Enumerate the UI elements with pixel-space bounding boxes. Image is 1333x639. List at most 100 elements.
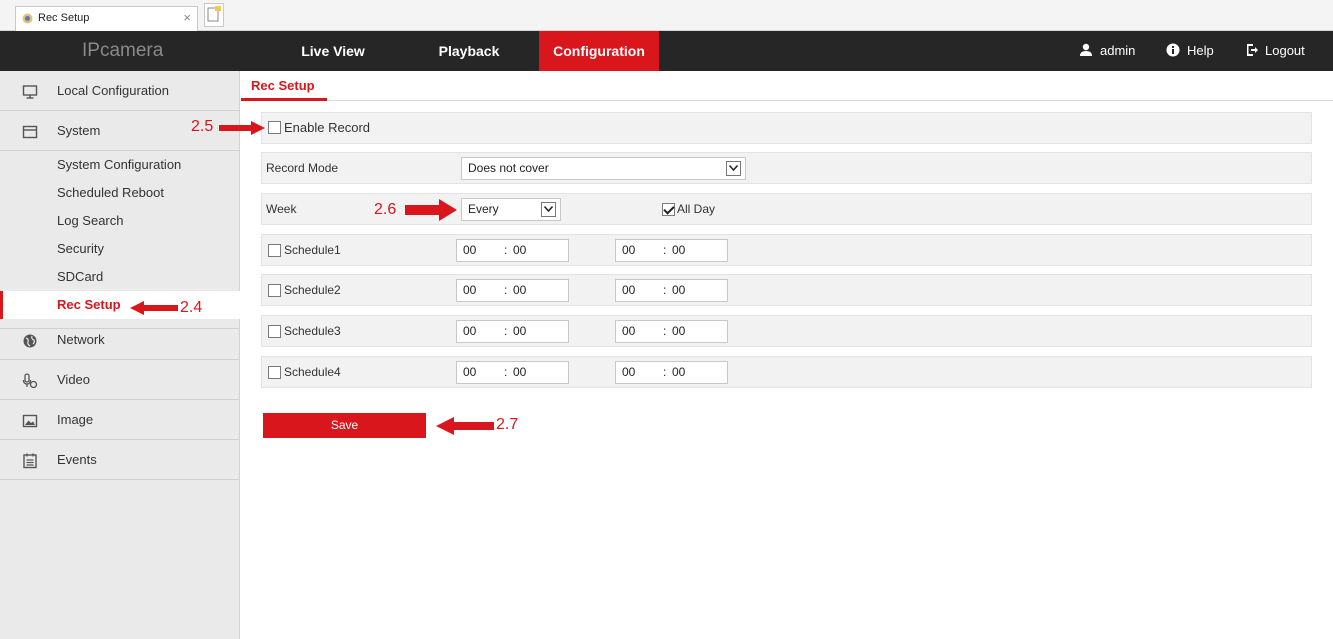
- save-button[interactable]: Save: [263, 413, 426, 438]
- time-colon: :: [663, 283, 667, 297]
- sidebar-subitem-scheduled-reboot[interactable]: Scheduled Reboot: [0, 179, 240, 207]
- sidebar-subitem-log-search[interactable]: Log Search: [0, 207, 240, 235]
- close-tab-icon[interactable]: ×: [183, 10, 191, 25]
- hour-value: 00: [622, 283, 636, 297]
- sidebar-item-label: System: [57, 123, 101, 138]
- browser-tab-title: Rec Setup: [38, 12, 90, 24]
- annotation-label-2-7: 2.7: [496, 416, 519, 433]
- sidebar-item-label: Image: [57, 412, 94, 427]
- sidebar-subitem-rec-setup[interactable]: Rec Setup: [0, 291, 240, 319]
- page-title: Rec Setup: [251, 78, 315, 93]
- nav-tab-playback[interactable]: Playback: [405, 31, 533, 71]
- week-select[interactable]: Every: [461, 198, 561, 221]
- monitor-icon: [22, 85, 38, 99]
- sidebar-item-label: Events: [57, 452, 97, 467]
- sidebar-item-video[interactable]: Video: [0, 360, 240, 400]
- brand-logo: IPcamera: [82, 40, 164, 61]
- user-name[interactable]: admin: [1100, 31, 1135, 71]
- arrow-left-icon: [130, 301, 178, 315]
- schedule-row: Schedule3 00 : 00 00 : 00: [261, 315, 1312, 347]
- globe-icon: [23, 334, 37, 348]
- time-colon: :: [663, 324, 667, 338]
- time-colon: :: [663, 243, 667, 257]
- schedule2-start-time[interactable]: 00 : 00: [456, 279, 569, 302]
- chevron-down-icon: [541, 202, 556, 217]
- minute-value: 00: [513, 283, 527, 297]
- minute-value: 00: [672, 243, 686, 257]
- week-value: Every: [468, 202, 499, 216]
- schedule4-label: Schedule4: [284, 365, 341, 379]
- page-favicon-icon: [22, 13, 33, 24]
- system-submenu: System Configuration Scheduled Reboot Lo…: [0, 151, 240, 329]
- schedule1-end-time[interactable]: 00 : 00: [615, 239, 728, 262]
- schedule2-checkbox[interactable]: [268, 284, 281, 297]
- schedule3-label: Schedule3: [284, 324, 341, 338]
- hour-value: 00: [463, 243, 477, 257]
- sidebar-item-label: Network: [57, 332, 105, 347]
- record-mode-value: Does not cover: [468, 161, 549, 175]
- schedule3-checkbox[interactable]: [268, 325, 281, 338]
- hour-value: 00: [463, 283, 477, 297]
- record-mode-select[interactable]: Does not cover: [461, 157, 746, 180]
- record-mode-row: Record Mode Does not cover: [261, 152, 1312, 184]
- help-icon: [1166, 43, 1180, 57]
- all-day-checkbox[interactable]: [662, 203, 675, 216]
- help-link[interactable]: Help: [1187, 31, 1214, 71]
- title-underline: [241, 98, 327, 101]
- browser-tab[interactable]: Rec Setup ×: [15, 6, 198, 31]
- schedule4-end-time[interactable]: 00 : 00: [615, 361, 728, 384]
- schedule3-end-time[interactable]: 00 : 00: [615, 320, 728, 343]
- browser-tabstrip: Rec Setup ×: [0, 0, 1333, 31]
- annotation-label-2-6: 2.6: [374, 201, 397, 218]
- schedule-row: Schedule4 00 : 00 00 : 00: [261, 356, 1312, 388]
- sidebar-subitem-security[interactable]: Security: [0, 235, 240, 263]
- minute-value: 00: [672, 283, 686, 297]
- sidebar-item-image[interactable]: Image: [0, 400, 240, 440]
- new-tab-button[interactable]: [204, 3, 224, 27]
- hour-value: 00: [622, 324, 636, 338]
- minute-value: 00: [513, 324, 527, 338]
- schedule1-checkbox[interactable]: [268, 244, 281, 257]
- schedule1-start-time[interactable]: 00 : 00: [456, 239, 569, 262]
- sidebar-item-network[interactable]: Network: [0, 320, 240, 360]
- sidebar-subitem-label: System Configuration: [57, 157, 182, 172]
- sidebar-item-label: Video: [57, 372, 91, 387]
- image-icon: [22, 414, 38, 428]
- main-content: Rec Setup Enable Record Record Mode Does…: [241, 71, 1333, 639]
- schedule4-start-time[interactable]: 00 : 00: [456, 361, 569, 384]
- schedule2-end-time[interactable]: 00 : 00: [615, 279, 728, 302]
- chevron-down-icon: [726, 161, 741, 176]
- sidebar-subitem-system-configuration[interactable]: System Configuration: [0, 151, 240, 179]
- sidebar-item-events[interactable]: Events: [0, 440, 240, 480]
- all-day-label: All Day: [677, 202, 716, 216]
- sidebar-subitem-label: Rec Setup: [57, 297, 121, 312]
- schedule3-start-time[interactable]: 00 : 00: [456, 320, 569, 343]
- logout-link[interactable]: Logout: [1265, 31, 1305, 71]
- time-colon: :: [504, 243, 508, 257]
- logout-icon: [1247, 44, 1258, 56]
- minute-value: 00: [672, 365, 686, 379]
- sidebar-item-local-configuration[interactable]: Local Configuration: [0, 71, 240, 111]
- nav-tab-live-view[interactable]: Live View: [273, 31, 393, 71]
- sidebar-subitem-label: Security: [57, 241, 104, 256]
- schedule4-checkbox[interactable]: [268, 366, 281, 379]
- arrow-right-icon: [219, 121, 265, 135]
- system-icon: [22, 125, 38, 139]
- minute-value: 00: [513, 365, 527, 379]
- sidebar-subitem-label: Log Search: [57, 213, 124, 228]
- minute-value: 00: [513, 243, 527, 257]
- week-label: Week: [266, 202, 297, 216]
- annotation-label-2-4: 2.4: [180, 299, 203, 316]
- sidebar-subitem-sdcard[interactable]: SDCard: [0, 263, 240, 291]
- schedule2-label: Schedule2: [284, 283, 341, 297]
- time-colon: :: [663, 365, 667, 379]
- schedule-row: Schedule2 00 : 00 00 : 00: [261, 274, 1312, 306]
- user-icon: [1080, 43, 1092, 56]
- arrow-left-icon: [436, 417, 494, 435]
- sidebar-subitem-label: SDCard: [57, 269, 104, 284]
- time-colon: :: [504, 365, 508, 379]
- new-tab-icon: [207, 6, 221, 22]
- hour-value: 00: [622, 365, 636, 379]
- nav-tab-configuration[interactable]: Configuration: [539, 31, 659, 71]
- enable-record-checkbox[interactable]: [268, 121, 281, 134]
